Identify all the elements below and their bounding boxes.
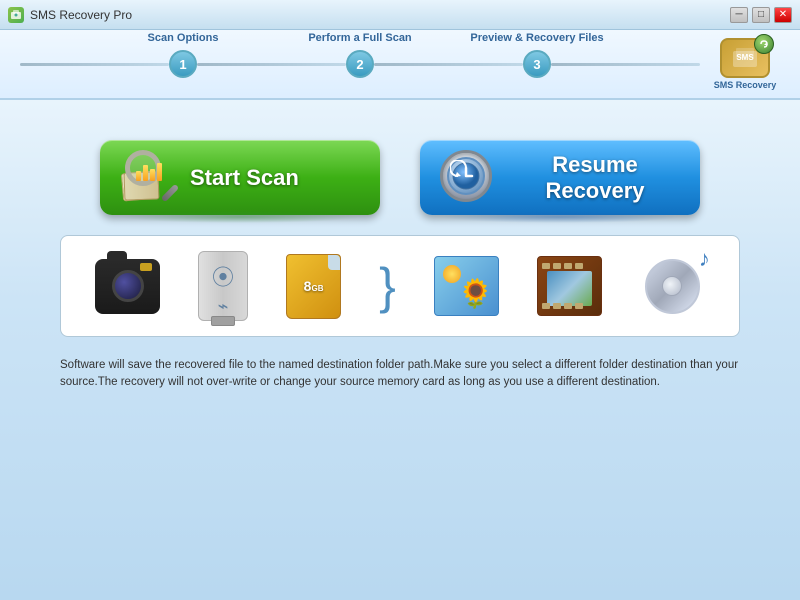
step-line-pre1 [20, 63, 169, 66]
camera-lens [112, 270, 144, 302]
film-strip-bottom [538, 301, 601, 311]
disc-outer [645, 259, 700, 314]
step1-number: 1 [179, 57, 186, 72]
step1-label: Scan Options [148, 32, 219, 44]
film-hole1 [542, 263, 550, 269]
logo-badge [754, 34, 774, 54]
usb-port [211, 316, 235, 326]
sd-shape: 8GB [286, 254, 341, 319]
step1-wrapper: Scan Options 1 [169, 50, 197, 78]
logo-label: SMS Recovery [714, 80, 777, 90]
usb-shape: ⦿ ⌁ [198, 251, 248, 321]
sd-notch [328, 255, 340, 270]
step-line-2-3 [374, 63, 523, 66]
clock-inner [447, 157, 485, 195]
music-note: ♪ [699, 246, 710, 272]
buttons-row: Start Scan [60, 140, 740, 215]
step2-wrapper: Perform a Full Scan 2 [346, 50, 374, 78]
icons-panel: ⦿ ⌁ 8GB } 🌻 [60, 235, 740, 337]
photo-flower: 🌻 [458, 277, 493, 310]
maximize-button[interactable]: □ [752, 7, 770, 23]
bar1 [136, 171, 141, 181]
scan-icon [120, 150, 175, 205]
step3-label: Preview & Recovery Files [470, 32, 603, 44]
step-line-1-2 [197, 63, 346, 66]
app-icon [8, 7, 24, 23]
resume-recovery-label: Resume Recovery [510, 152, 680, 204]
film-hole3 [564, 263, 572, 269]
start-scan-button[interactable]: Start Scan [100, 140, 380, 215]
step3-circle: 3 [523, 50, 551, 78]
title-bar: SMS Recovery Pro ─ □ ✕ [0, 0, 800, 30]
svg-text:SMS: SMS [736, 53, 754, 62]
photo-shape: 🌻 [434, 256, 499, 316]
scan-bars [136, 163, 162, 181]
app-logo: SMS SMS Recovery [710, 34, 780, 94]
start-scan-label: Start Scan [190, 165, 299, 191]
sd-label: 8GB [304, 278, 324, 294]
film-hole6 [553, 303, 561, 309]
info-text: Software will save the recovered file to… [60, 357, 740, 392]
camera-top [107, 251, 127, 261]
logo-icon: SMS [720, 38, 770, 78]
film-hole2 [553, 263, 561, 269]
camera-flash [140, 263, 152, 271]
usb-icon-char: ⌁ [218, 296, 229, 317]
steps-bar: Scan Options 1 Perform a Full Scan 2 Pre… [0, 30, 800, 100]
film-icon-item [537, 256, 602, 316]
bracket-icon: } [379, 261, 396, 311]
app-title: SMS Recovery Pro [30, 8, 132, 22]
film-strip-top [538, 261, 601, 271]
usb-icon-item: ⦿ ⌁ [198, 251, 248, 321]
resume-recovery-button[interactable]: Resume Recovery [420, 140, 700, 215]
music-shape: ♪ [640, 256, 705, 316]
step3-number: 3 [533, 57, 540, 72]
steps-container: Scan Options 1 Perform a Full Scan 2 Pre… [20, 50, 700, 78]
magnifier-icon [120, 150, 175, 205]
step3-wrapper: Preview & Recovery Files 3 [523, 50, 551, 78]
magnifier-handle [161, 184, 179, 202]
disc-inner [662, 276, 682, 296]
music-icon-item: ♪ [640, 256, 705, 316]
step2-circle: 2 [346, 50, 374, 78]
step2-label: Perform a Full Scan [308, 32, 411, 44]
film-hole7 [564, 303, 572, 309]
film-hole4 [575, 263, 583, 269]
magnifier-glass [125, 150, 161, 186]
camera-shape [95, 259, 160, 314]
film-hole5 [542, 303, 550, 309]
sd-card-icon-item: 8GB [286, 254, 341, 319]
clock-outer [440, 150, 492, 202]
film-shape [537, 256, 602, 316]
step1-circle: 1 [169, 50, 197, 78]
usb-symbol: ⦿ [212, 260, 234, 292]
minimize-button[interactable]: ─ [730, 7, 748, 23]
bar4 [157, 163, 162, 181]
film-hole8 [575, 303, 583, 309]
clock-icon [440, 150, 495, 205]
main-content: Start Scan [0, 100, 800, 600]
step-line-post3 [551, 63, 700, 66]
camera-icon-item [95, 259, 160, 314]
bar3 [150, 169, 155, 181]
photo-icon-item: 🌻 [434, 256, 499, 316]
window-controls: ─ □ ✕ [730, 7, 792, 23]
close-button[interactable]: ✕ [774, 7, 792, 23]
step2-number: 2 [356, 57, 363, 72]
bar2 [143, 165, 148, 181]
title-bar-left: SMS Recovery Pro [8, 7, 132, 23]
